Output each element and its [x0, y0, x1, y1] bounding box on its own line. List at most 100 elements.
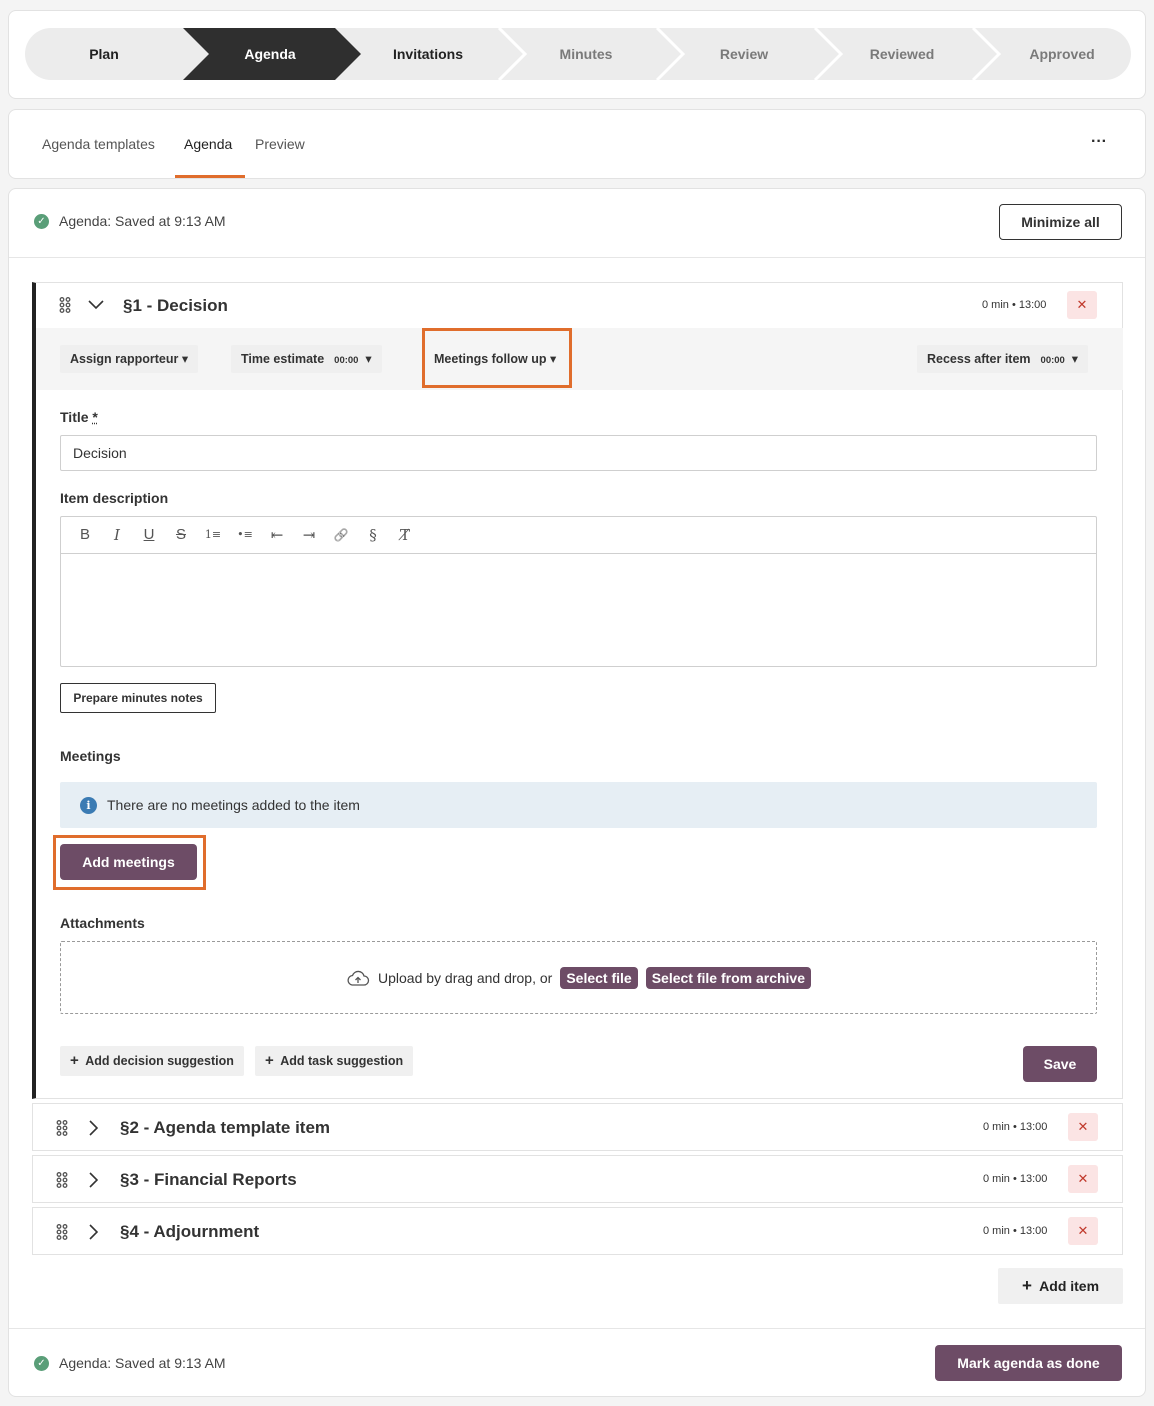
check-icon: ✓	[34, 1355, 49, 1371]
caret-down-icon: ▾	[1071, 352, 1079, 366]
agenda-item-collapsed[interactable]: §2 - Agenda template item 0 min • 13:00 …	[32, 1103, 1123, 1151]
delete-item-button[interactable]: ✕	[1067, 291, 1097, 319]
delete-item-button[interactable]: ✕	[1068, 1165, 1098, 1193]
cloud-upload-icon	[347, 970, 370, 986]
attachments-label: Attachments	[60, 915, 145, 931]
caret-down-icon: ▾	[365, 352, 372, 366]
title-label: Title *	[60, 409, 98, 425]
agenda-item-collapsed[interactable]: §4 - Adjournment 0 min • 13:00 ✕	[32, 1207, 1123, 1255]
select-file-from-archive-button[interactable]: Select file from archive	[645, 966, 811, 989]
drag-handle-icon[interactable]	[56, 1120, 68, 1136]
recess-value: 00:00	[1040, 355, 1065, 366]
save-status-top: ✓ Agenda: Saved at 9:13 AM	[34, 213, 226, 229]
meetings-label: Meetings	[60, 748, 121, 764]
item-meta: 0 min • 13:00	[982, 299, 1047, 311]
rich-text-editor[interactable]: B I U S 1≡ •≡ ⇤ ⇥ 🔗 § T̸	[60, 516, 1097, 667]
title-input[interactable]	[60, 435, 1097, 471]
workflow-stepper: Plan Agenda Invitations Minutes Review R…	[25, 28, 1131, 80]
more-options-icon[interactable]: ···	[1091, 110, 1107, 178]
save-status-bottom: ✓ Agenda: Saved at 9:13 AM	[34, 1355, 226, 1371]
active-tab-indicator	[175, 175, 245, 178]
plus-icon: +	[1021, 1276, 1032, 1295]
add-item-label: Add item	[1039, 1278, 1100, 1294]
highlight-box	[422, 328, 572, 388]
save-status-text: Agenda: Saved at 9:13 AM	[59, 1355, 226, 1371]
link-icon[interactable]: 🔗	[325, 519, 357, 551]
minimize-all-button[interactable]: Minimize all	[999, 204, 1122, 240]
attachments-dropzone[interactable]: Upload by drag and drop, or Select file …	[60, 941, 1097, 1014]
plus-icon: +	[70, 1052, 79, 1069]
underline-icon[interactable]: U	[133, 519, 165, 551]
divider	[9, 257, 1145, 258]
divider	[9, 1328, 1145, 1329]
title-label-text: Title	[60, 409, 89, 425]
select-file-button[interactable]: Select file	[560, 966, 638, 989]
indent-icon[interactable]: ⇥	[293, 519, 325, 551]
drag-handle-icon[interactable]	[56, 1224, 68, 1240]
item-title: §4 - Adjournment	[120, 1222, 260, 1241]
time-estimate-dropdown[interactable]: Time estimate 00:00 ▾	[231, 345, 382, 373]
step-plan[interactable]: Plan	[25, 28, 183, 80]
add-decision-suggestion-button[interactable]: + Add decision suggestion	[60, 1046, 244, 1076]
caret-down-icon: ▾	[181, 352, 189, 366]
ordered-list-icon[interactable]: 1≡	[197, 519, 229, 551]
step-reviewed[interactable]: Reviewed	[827, 28, 977, 80]
meetings-empty-text: There are no meetings added to the item	[107, 797, 360, 813]
item-toolbar: Assign rapporteur ▾ Time estimate 00:00 ▾…	[36, 328, 1123, 390]
add-task-label: Add task suggestion	[280, 1054, 404, 1068]
chevron-right-icon[interactable]	[88, 1120, 98, 1136]
time-estimate-value: 00:00	[334, 355, 359, 366]
agenda-item-collapsed[interactable]: §3 - Financial Reports 0 min • 13:00 ✕	[32, 1155, 1123, 1203]
item-meta: 0 min • 13:00	[983, 1173, 1048, 1185]
chevron-right-icon[interactable]	[88, 1224, 98, 1240]
prepare-minutes-notes-button[interactable]: Prepare minutes notes	[60, 683, 216, 713]
recess-label: Recess after item	[927, 352, 1031, 366]
editor-toolbar: B I U S 1≡ •≡ ⇤ ⇥ 🔗 § T̸	[61, 517, 1096, 554]
add-decision-label: Add decision suggestion	[85, 1054, 234, 1068]
drag-handle-icon[interactable]	[56, 1172, 68, 1188]
tab-agenda[interactable]: Agenda	[184, 110, 232, 178]
item-meta: 0 min • 13:00	[983, 1121, 1048, 1133]
add-item-button[interactable]: + Add item	[998, 1268, 1123, 1304]
item-description-label: Item description	[60, 490, 169, 506]
section-icon[interactable]: §	[357, 519, 389, 551]
item-meta: 0 min • 13:00	[983, 1225, 1048, 1237]
required-marker: *	[92, 409, 98, 425]
tab-preview[interactable]: Preview	[255, 110, 305, 178]
item-title: §1 - Decision	[123, 296, 228, 315]
outdent-icon[interactable]: ⇤	[261, 519, 293, 551]
bold-icon[interactable]: B	[69, 519, 101, 551]
drag-handle-icon[interactable]	[59, 297, 71, 313]
chevron-down-icon[interactable]	[88, 299, 104, 311]
italic-icon[interactable]: I	[101, 519, 133, 551]
clear-format-icon[interactable]: T̸	[389, 519, 421, 551]
step-agenda[interactable]: Agenda	[195, 28, 345, 80]
assign-rapporteur-dropdown[interactable]: Assign rapporteur ▾	[60, 345, 199, 373]
step-invitations[interactable]: Invitations	[353, 28, 503, 80]
bullet-list-icon[interactable]: •≡	[229, 519, 261, 551]
delete-item-button[interactable]: ✕	[1068, 1113, 1098, 1141]
info-icon: i	[80, 796, 97, 814]
meetings-empty-notice: i There are no meetings added to the ite…	[60, 782, 1097, 828]
save-button[interactable]: Save	[1023, 1046, 1097, 1082]
workflow-stepper-card: Plan Agenda Invitations Minutes Review R…	[8, 10, 1146, 99]
step-minutes[interactable]: Minutes	[511, 28, 661, 80]
agenda-item-expanded: §1 - Decision 0 min • 13:00 ✕ Assign rap…	[32, 282, 1123, 1099]
strikethrough-icon[interactable]: S	[165, 519, 197, 551]
step-review[interactable]: Review	[669, 28, 819, 80]
tabs-card: Agenda templates Agenda Preview ···	[8, 109, 1146, 179]
step-approved[interactable]: Approved	[987, 28, 1137, 80]
recess-after-item-dropdown[interactable]: Recess after item 00:00 ▾	[917, 345, 1089, 373]
item-title: §2 - Agenda template item	[120, 1118, 331, 1137]
time-estimate-label: Time estimate	[241, 352, 325, 366]
item-title: §3 - Financial Reports	[120, 1170, 297, 1189]
plus-icon: +	[265, 1052, 274, 1069]
check-icon: ✓	[34, 213, 49, 229]
mark-agenda-done-button[interactable]: Mark agenda as done	[935, 1345, 1122, 1381]
agenda-editor-card: ✓ Agenda: Saved at 9:13 AM Minimize all …	[8, 188, 1146, 1397]
tab-agenda-templates[interactable]: Agenda templates	[42, 110, 155, 178]
save-status-text: Agenda: Saved at 9:13 AM	[59, 213, 226, 229]
delete-item-button[interactable]: ✕	[1068, 1217, 1098, 1245]
add-task-suggestion-button[interactable]: + Add task suggestion	[255, 1046, 414, 1076]
chevron-right-icon[interactable]	[88, 1172, 98, 1188]
